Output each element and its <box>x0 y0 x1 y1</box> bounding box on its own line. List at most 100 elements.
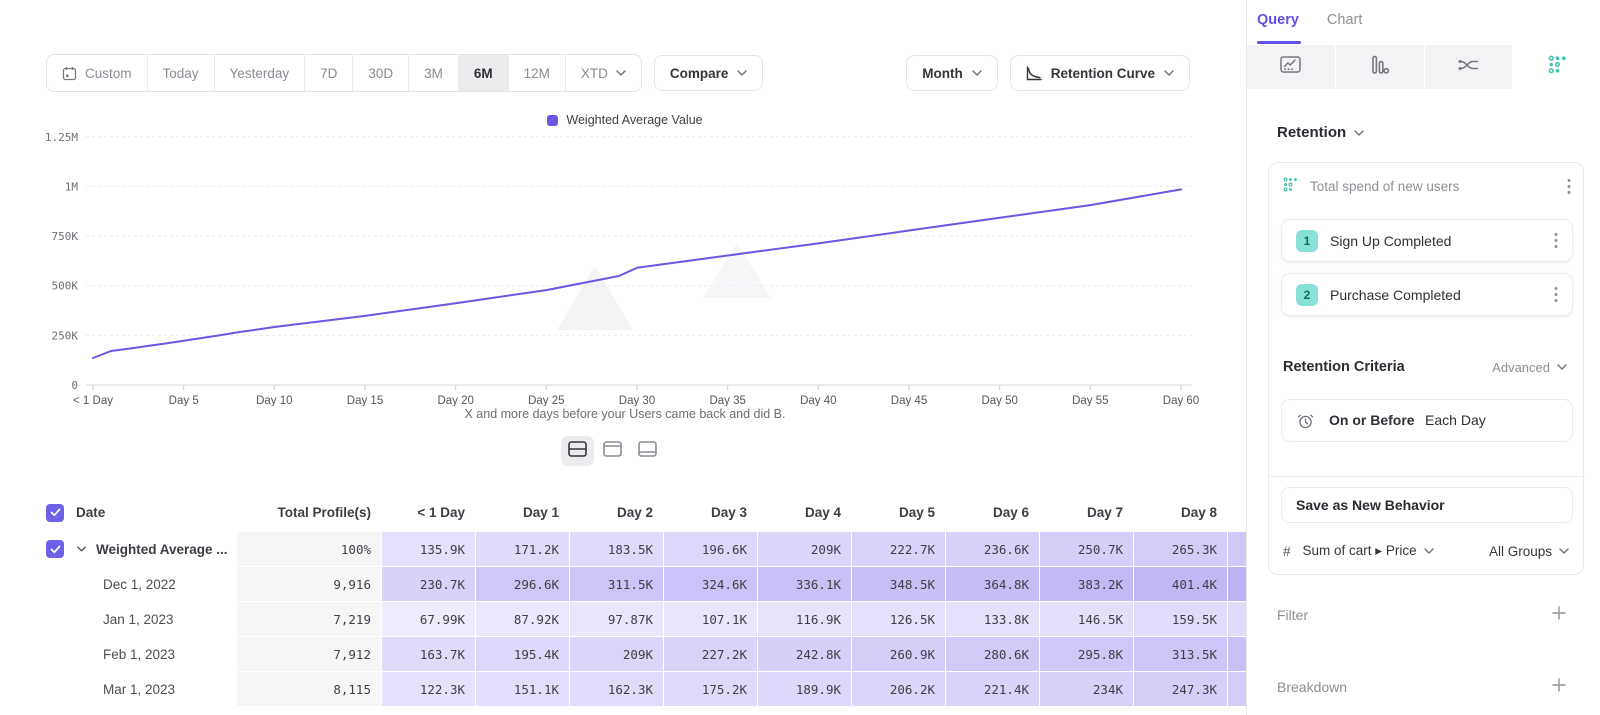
tab-funnels[interactable] <box>1336 45 1424 89</box>
step-number-badge: 1 <box>1296 230 1318 252</box>
row-label-cell[interactable]: Feb 1, 2023 <box>40 637 236 671</box>
funnels-icon <box>1369 55 1390 80</box>
range-custom[interactable]: Custom <box>47 55 148 91</box>
range-30d[interactable]: 30D <box>353 55 409 91</box>
svg-text:Day 60: Day 60 <box>1163 395 1199 406</box>
add-breakdown-button[interactable] <box>1552 678 1566 695</box>
tab-flows[interactable] <box>1425 45 1513 89</box>
row-checkbox[interactable] <box>46 540 64 558</box>
svg-text:Day 35: Day 35 <box>709 395 745 406</box>
save-as-new-behavior-button[interactable]: Save as New Behavior <box>1281 487 1573 523</box>
behavior-step-2[interactable]: 2Purchase Completed <box>1281 273 1573 316</box>
range-xtd[interactable]: XTD <box>566 55 641 91</box>
criteria-condition-card[interactable]: On or Before Each Day <box>1281 399 1573 442</box>
row-label: Dec 1, 2022 <box>103 577 176 592</box>
granularity-button[interactable]: Month <box>906 55 997 91</box>
active-tab-underline <box>1257 41 1301 44</box>
retention-value-cell: 250.7K <box>1040 532 1133 566</box>
tab-insights[interactable] <box>1247 45 1335 89</box>
total-profiles-cell: 8,115 <box>237 672 381 706</box>
column-header[interactable]: Day 2 <box>570 494 663 531</box>
svg-text:750K: 750K <box>52 230 79 243</box>
range-yesterday[interactable]: Yesterday <box>215 55 306 91</box>
svg-text:1M: 1M <box>65 180 79 193</box>
table-only-toggle[interactable] <box>631 436 664 466</box>
expand-chevron-icon[interactable] <box>77 546 86 552</box>
criteria-mode-dropdown[interactable]: Advanced <box>1492 360 1567 375</box>
retention-value-cell: 146.5K <box>1040 602 1133 636</box>
retention-value-cell: 163.7K <box>382 637 475 671</box>
retention-value-cell: 209K <box>758 532 851 566</box>
flows-icon <box>1457 56 1480 79</box>
behavior-step-1[interactable]: 1Sign Up Completed <box>1281 219 1573 262</box>
retention-value-cell: 67.99K <box>382 602 475 636</box>
chevron-down-icon <box>616 70 626 76</box>
row-label: Feb 1, 2023 <box>103 647 175 662</box>
range-3m[interactable]: 3M <box>409 55 459 91</box>
retention-value-cell: 189.9K <box>758 672 851 706</box>
behavior-title: Total spend of new users <box>1310 179 1459 194</box>
range-12m[interactable]: 12M <box>509 55 566 91</box>
retention-table: DateTotal Profile(s)< 1 DayDay 1Day 2Day… <box>40 494 1250 706</box>
retention-value-cell: 221.4K <box>946 672 1039 706</box>
retention-value-cell: 122.3K <box>382 672 475 706</box>
kebab-menu-icon[interactable] <box>1565 176 1573 197</box>
kebab-menu-icon[interactable] <box>1552 230 1560 251</box>
column-header[interactable]: Day 6 <box>946 494 1039 531</box>
criteria-label: Retention Criteria <box>1283 359 1405 375</box>
retention-value-cell: 159.5K <box>1134 602 1227 636</box>
total-profiles-cell: 9,916 <box>237 567 381 601</box>
column-header[interactable]: < 1 Day <box>382 494 475 531</box>
tab-query[interactable]: Query <box>1257 12 1299 28</box>
groups-dropdown[interactable]: All Groups <box>1489 544 1569 559</box>
measure-property-dropdown[interactable]: Sum of cart ▸ Price <box>1303 543 1434 559</box>
column-header[interactable]: Total Profile(s) <box>237 494 381 531</box>
kebab-menu-icon[interactable] <box>1552 284 1560 305</box>
column-header[interactable]: Day 7 <box>1040 494 1133 531</box>
retention-dots-icon <box>1548 55 1567 79</box>
split-view-icon <box>568 441 587 462</box>
row-label-cell[interactable]: Jan 1, 2023 <box>40 602 236 636</box>
retention-value-cell: 296.6K <box>476 567 569 601</box>
insights-icon <box>1280 56 1301 79</box>
chevron-down-icon <box>1164 70 1174 76</box>
svg-text:Day 5: Day 5 <box>169 395 199 406</box>
range-today[interactable]: Today <box>148 55 215 91</box>
add-filter-button[interactable] <box>1552 606 1566 623</box>
retention-value-cell: 234K <box>1040 672 1133 706</box>
chart-caption: X and more days before your Users came b… <box>0 407 1250 421</box>
retention-value-cell: 87.92K <box>476 602 569 636</box>
column-header[interactable]: Day 3 <box>664 494 757 531</box>
svg-text:Day 10: Day 10 <box>256 395 292 406</box>
retention-value-cell: 175.2K <box>664 672 757 706</box>
tab-chart[interactable]: Chart <box>1327 12 1362 28</box>
plus-icon <box>1552 678 1566 695</box>
column-header[interactable]: Day 5 <box>852 494 945 531</box>
row-label-cell[interactable]: Mar 1, 2023 <box>40 672 236 706</box>
column-header[interactable]: Day 4 <box>758 494 851 531</box>
condition-window: Each Day <box>1425 412 1486 428</box>
column-header-date[interactable]: Date <box>40 494 236 531</box>
tab-retention[interactable] <box>1513 45 1600 89</box>
retention-section-dropdown[interactable]: Retention <box>1277 124 1364 141</box>
chart-type-button[interactable]: Retention Curve <box>1010 55 1190 91</box>
measure-property-label: Sum of cart ▸ Price <box>1303 543 1417 559</box>
split-view-toggle[interactable] <box>561 436 594 466</box>
compare-button[interactable]: Compare <box>654 55 764 91</box>
range-7d[interactable]: 7D <box>305 55 353 91</box>
card-divider <box>1269 476 1585 477</box>
svg-text:< 1 Day: < 1 Day <box>73 395 113 406</box>
row-label-cell[interactable]: Dec 1, 2022 <box>40 567 236 601</box>
retention-value-cell: 348.5K <box>852 567 945 601</box>
retention-value-cell: 265.3K <box>1134 532 1227 566</box>
retention-value-cell: 183.5K <box>570 532 663 566</box>
retention-value-cell: 107.1K <box>664 602 757 636</box>
chart-only-toggle[interactable] <box>596 436 629 466</box>
row-label-cell[interactable]: Weighted Average ... <box>40 532 236 566</box>
select-all-checkbox[interactable] <box>46 504 64 522</box>
column-header[interactable]: Day 1 <box>476 494 569 531</box>
column-header[interactable]: Day 8 <box>1134 494 1227 531</box>
range-6m[interactable]: 6M <box>459 55 509 91</box>
retention-value-cell: 126.5K <box>852 602 945 636</box>
chevron-down-icon <box>1354 130 1364 136</box>
